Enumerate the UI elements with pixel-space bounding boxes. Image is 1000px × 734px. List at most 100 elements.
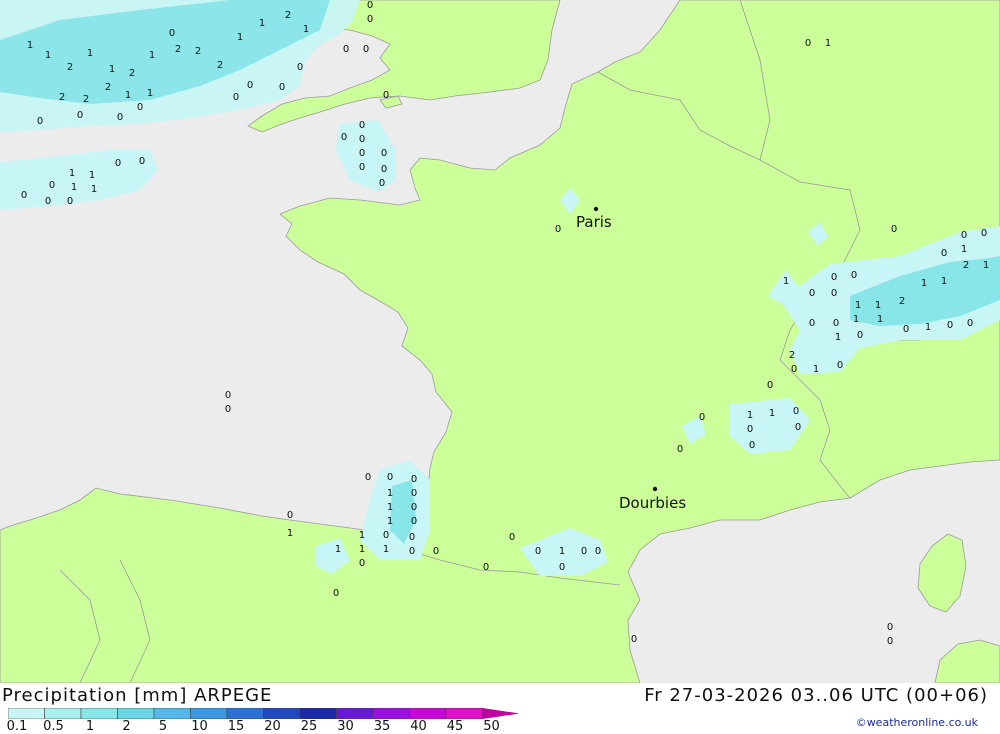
city-label: Paris — [576, 213, 612, 231]
legend-swatch — [153, 708, 191, 719]
legend-swatch — [299, 708, 337, 719]
legend-swatch — [117, 708, 155, 719]
city-marker — [593, 206, 599, 212]
svg-text:0: 0 — [359, 134, 365, 145]
svg-text:1: 1 — [303, 24, 309, 35]
svg-text:1: 1 — [855, 300, 861, 311]
svg-text:1: 1 — [149, 50, 155, 61]
legend-swatch — [336, 708, 374, 719]
svg-text:1: 1 — [237, 32, 243, 43]
svg-text:1: 1 — [877, 314, 883, 325]
legend-tick-label: 35 — [373, 719, 391, 734]
svg-text:2: 2 — [285, 10, 291, 21]
svg-text:0: 0 — [631, 634, 637, 645]
svg-text:0: 0 — [595, 546, 601, 557]
precipitation-map: 1 1 2 1 1 2 1 0 2 2 2 1 1 2 1 2 2 2 1 1 … — [0, 0, 1000, 683]
svg-text:1: 1 — [109, 64, 115, 75]
svg-text:0: 0 — [433, 546, 439, 557]
svg-text:0: 0 — [837, 360, 843, 371]
legend-tick-label: 5 — [158, 719, 168, 734]
svg-text:2: 2 — [59, 92, 65, 103]
svg-text:0: 0 — [749, 440, 755, 451]
svg-text:0: 0 — [509, 532, 515, 543]
valid-time: Fr 27-03-2026 03..06 UTC (00+06) — [644, 685, 988, 706]
legend-tick-label: 10 — [191, 719, 208, 734]
svg-text:0: 0 — [139, 156, 145, 167]
svg-text:0: 0 — [247, 80, 253, 91]
legend-swatch — [226, 708, 264, 719]
svg-text:0: 0 — [831, 272, 837, 283]
svg-text:0: 0 — [887, 622, 893, 633]
credit-link[interactable]: ©weatheronline.co.uk — [856, 716, 978, 729]
svg-text:0: 0 — [483, 562, 489, 573]
legend-arrow — [482, 708, 520, 719]
legend-swatch — [190, 708, 228, 719]
svg-text:0: 0 — [381, 164, 387, 175]
legend-swatch — [409, 708, 447, 719]
legend-tick-label: 45 — [446, 719, 464, 734]
svg-text:0: 0 — [795, 422, 801, 433]
svg-text:1: 1 — [147, 88, 153, 99]
svg-text:0: 0 — [359, 120, 365, 131]
legend-tick-label: 0.1 — [6, 719, 28, 734]
svg-text:1: 1 — [747, 410, 753, 421]
svg-text:0: 0 — [581, 546, 587, 557]
svg-text:0: 0 — [367, 14, 373, 25]
svg-text:1: 1 — [921, 278, 927, 289]
svg-text:0: 0 — [791, 364, 797, 375]
svg-text:2: 2 — [175, 44, 181, 55]
svg-text:0: 0 — [805, 38, 811, 49]
svg-text:1: 1 — [259, 18, 265, 29]
svg-text:1: 1 — [91, 184, 97, 195]
svg-text:1: 1 — [875, 300, 881, 311]
svg-text:2: 2 — [83, 94, 89, 105]
svg-text:0: 0 — [367, 0, 373, 11]
svg-text:0: 0 — [115, 158, 121, 169]
svg-text:0: 0 — [225, 390, 231, 401]
map-footer: Precipitation [mm] ARPEGE Fr 27-03-2026 … — [0, 683, 1000, 734]
svg-text:0: 0 — [559, 562, 565, 573]
svg-text:0: 0 — [887, 636, 893, 647]
svg-text:1: 1 — [961, 244, 967, 255]
svg-text:2: 2 — [195, 46, 201, 57]
svg-text:0: 0 — [343, 44, 349, 55]
svg-text:0: 0 — [767, 380, 773, 391]
svg-text:0: 0 — [333, 588, 339, 599]
svg-text:1: 1 — [335, 544, 341, 555]
svg-text:0: 0 — [287, 510, 293, 521]
svg-text:0: 0 — [381, 148, 387, 159]
svg-text:0: 0 — [409, 532, 415, 543]
svg-text:2: 2 — [789, 350, 795, 361]
svg-text:0: 0 — [383, 530, 389, 541]
legend-tick-label: 30 — [337, 719, 354, 734]
svg-text:0: 0 — [233, 92, 239, 103]
svg-text:1: 1 — [853, 314, 859, 325]
legend-tick-label: 15 — [227, 719, 245, 734]
legend-swatch — [372, 708, 410, 719]
svg-text:0: 0 — [891, 224, 897, 235]
svg-text:0: 0 — [903, 324, 909, 335]
svg-text:0: 0 — [37, 116, 43, 127]
svg-text:1: 1 — [769, 408, 775, 419]
legend-tick-label: 20 — [264, 719, 281, 734]
svg-text:0: 0 — [967, 318, 973, 329]
svg-text:2: 2 — [899, 296, 905, 307]
svg-text:1: 1 — [825, 38, 831, 49]
legend-swatch — [8, 708, 45, 719]
svg-text:0: 0 — [49, 180, 55, 191]
svg-text:0: 0 — [947, 320, 953, 331]
svg-text:0: 0 — [535, 546, 541, 557]
legend-tick-label: 25 — [300, 719, 318, 734]
svg-text:0: 0 — [21, 190, 27, 201]
svg-text:1: 1 — [45, 50, 51, 61]
product-title: Precipitation [mm] ARPEGE — [2, 685, 273, 706]
svg-text:1: 1 — [559, 546, 565, 557]
svg-text:0: 0 — [677, 444, 683, 455]
svg-text:1: 1 — [387, 502, 393, 513]
legend-tick-label: 1 — [85, 719, 95, 734]
svg-text:0: 0 — [411, 474, 417, 485]
svg-text:2: 2 — [67, 62, 73, 73]
svg-text:0: 0 — [793, 406, 799, 417]
svg-text:0: 0 — [747, 424, 753, 435]
legend-tick-label: 2 — [122, 719, 131, 734]
